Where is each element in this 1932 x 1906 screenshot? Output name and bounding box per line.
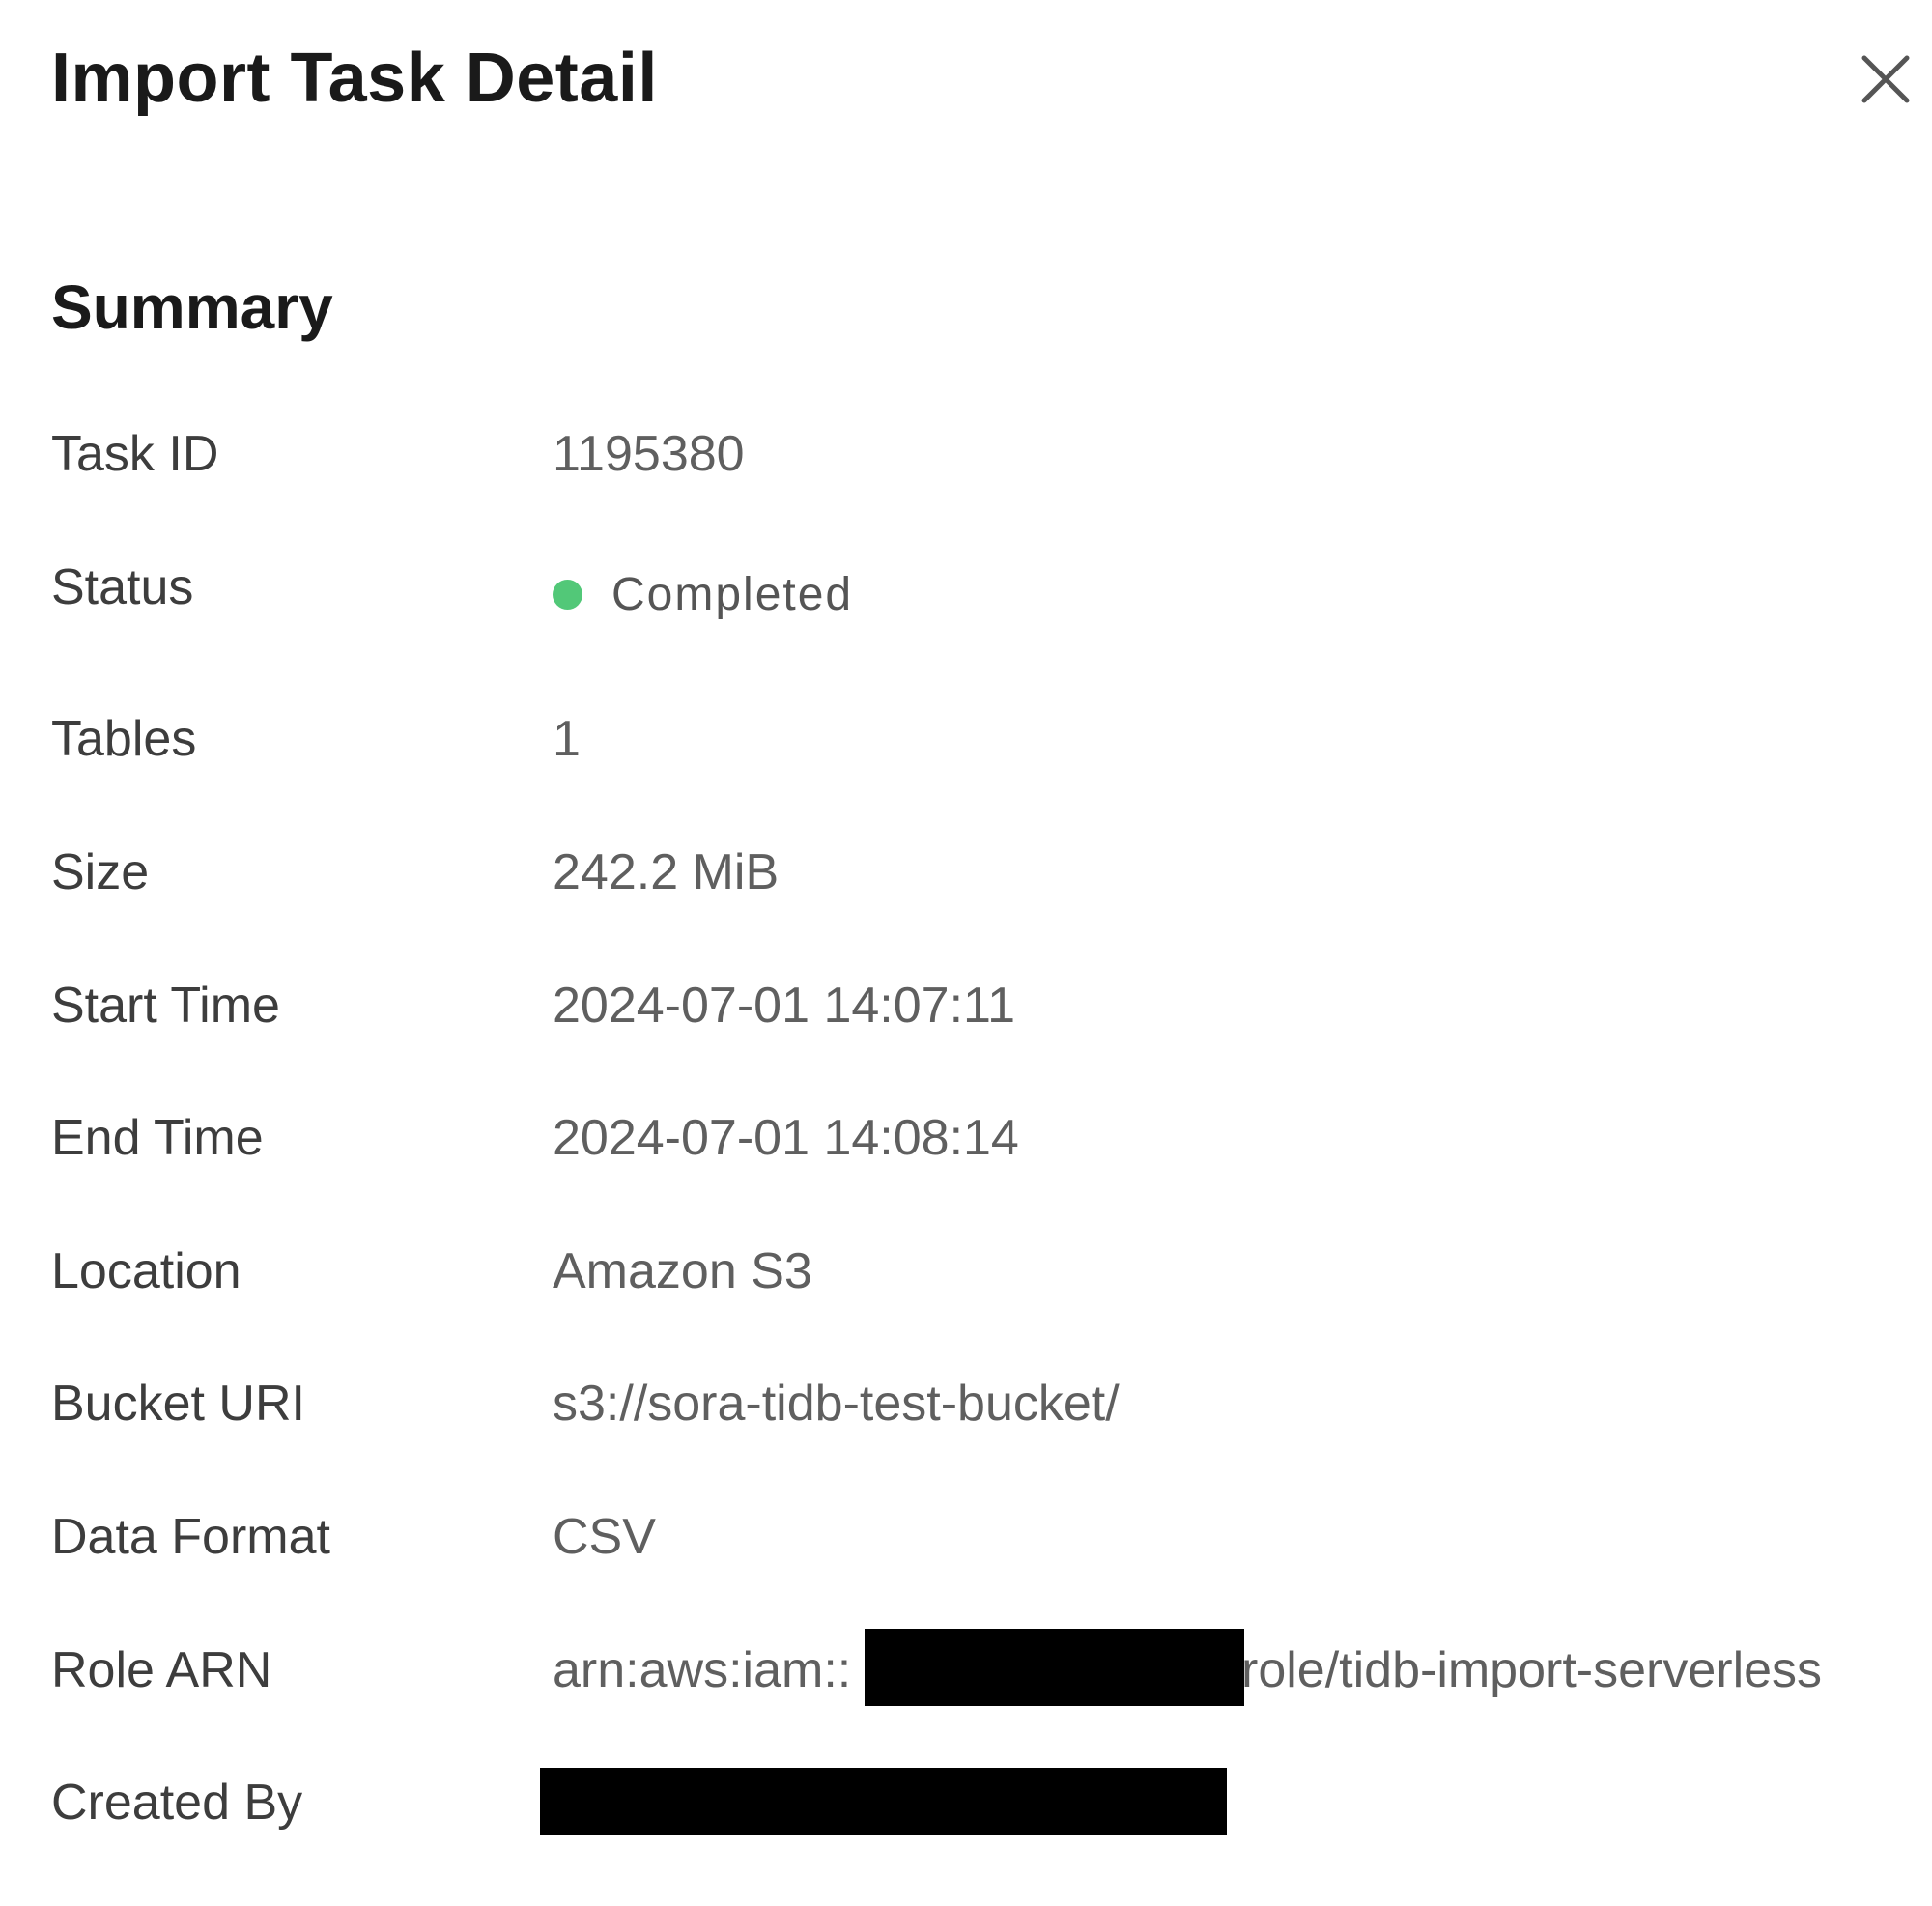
value-tables: 1 [553, 711, 581, 767]
row-task-id: Task ID 1195380 [51, 415, 1932, 493]
close-icon [1861, 55, 1910, 103]
row-bucket-uri: Bucket URI s3://sora-tidb-test-bucket/ [51, 1365, 1932, 1442]
label-tables: Tables [51, 711, 197, 767]
redaction-box [540, 1768, 1227, 1835]
label-size: Size [51, 844, 150, 900]
row-tables: Tables 1 [51, 700, 1932, 778]
status-badge: Completed [611, 569, 854, 620]
label-bucket-uri: Bucket URI [51, 1376, 305, 1432]
summary-heading: Summary [51, 272, 333, 342]
row-status: Status Completed [51, 549, 1932, 626]
row-size: Size 242.2 MiB [51, 834, 1932, 911]
value-size: 242.2 MiB [553, 844, 780, 900]
value-start-time: 2024-07-01 14:07:11 [553, 978, 1015, 1034]
value-role-arn-suffix: role/tidb-import-serverless [1241, 1642, 1823, 1698]
row-start-time: Start Time 2024-07-01 14:07:11 [51, 967, 1932, 1044]
status-dot-icon [553, 580, 582, 610]
value-end-time: 2024-07-01 14:08:14 [553, 1110, 1019, 1166]
value-bucket-uri: s3://sora-tidb-test-bucket/ [553, 1376, 1120, 1432]
label-created-by: Created By [51, 1775, 303, 1831]
row-data-format: Data Format CSV [51, 1498, 1932, 1576]
label-role-arn: Role ARN [51, 1642, 272, 1698]
value-role-arn-prefix: arn:aws:iam:: [553, 1642, 852, 1698]
label-status: Status [51, 559, 194, 615]
value-location: Amazon S3 [553, 1243, 812, 1299]
label-data-format: Data Format [51, 1509, 330, 1565]
label-start-time: Start Time [51, 978, 280, 1034]
value-task-id: 1195380 [553, 426, 745, 482]
label-task-id: Task ID [51, 426, 219, 482]
label-end-time: End Time [51, 1110, 264, 1166]
dialog-title: Import Task Detail [51, 40, 658, 117]
row-end-time: End Time 2024-07-01 14:08:14 [51, 1099, 1932, 1177]
redaction-box [865, 1629, 1244, 1706]
close-button[interactable] [1861, 54, 1911, 104]
value-data-format: CSV [553, 1509, 656, 1565]
label-location: Location [51, 1243, 242, 1299]
row-location: Location Amazon S3 [51, 1233, 1932, 1310]
